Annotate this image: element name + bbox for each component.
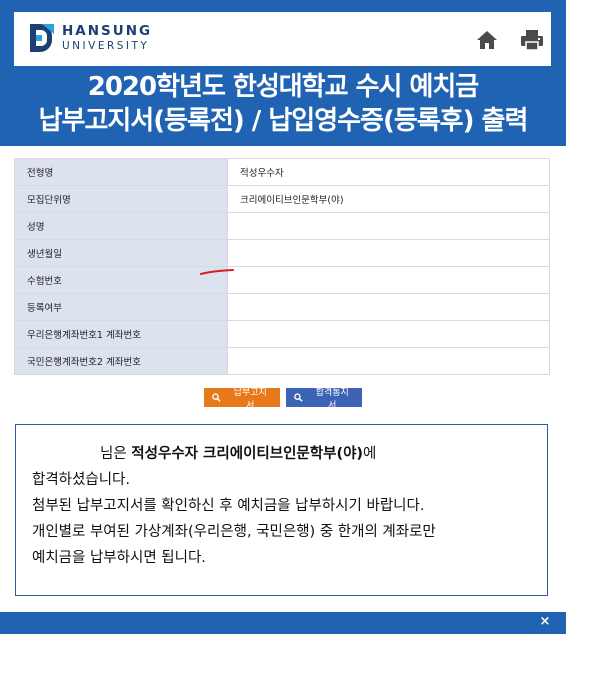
search-icon [294, 393, 303, 402]
row-value [227, 347, 550, 375]
message-line-4: 개인별로 부여된 가상계좌(우리은행, 국민은행) 중 한개의 계좌로만 [32, 524, 436, 540]
table-row: 국민은행계좌번호2 계좌번호 [14, 347, 550, 375]
university-logo: HANSUNG UNIVERSITY [28, 21, 152, 55]
hansung-logo-icon [30, 24, 54, 52]
row-label: 수험번호 [14, 266, 228, 294]
row-value: 크리에이티브인문학부(야) [227, 185, 550, 213]
message-line-2: 합격하셨습니다. [32, 472, 130, 488]
row-value [227, 239, 550, 267]
row-value: 적성우수자 [227, 158, 550, 186]
row-label: 국민은행계좌번호2 계좌번호 [14, 347, 228, 375]
row-label: 등록여부 [14, 293, 228, 321]
applicant-info-table: 전형명 적성우수자 모집단위명 크리에이티브인문학부(야) 성명 생년월일 수험… [14, 158, 550, 375]
header-bar: HANSUNG UNIVERSITY [14, 12, 551, 66]
page-title: 2020학년도 한성대학교 수시 예치금 납부고지서(등록전) / 납입영수증(… [0, 70, 566, 138]
title-line1: 2020학년도 한성대학교 수시 예치금 [87, 72, 479, 102]
title-line2: 납부고지서(등록전) / 납입영수증(등록후) 출력 [38, 106, 529, 136]
payment-notice-label: 납부고지서 [233, 387, 267, 411]
logo-wordmark-line2: UNIVERSITY [62, 39, 150, 52]
red-pen-mark [200, 269, 234, 275]
row-label: 전형명 [14, 158, 228, 186]
table-row: 우리은행계좌번호1 계좌번호 [14, 320, 550, 348]
message-prefix: 님은 [100, 446, 127, 462]
row-value [227, 212, 550, 240]
message-suffix: 에 [363, 446, 377, 462]
table-row: 모집단위명 크리에이티브인문학부(야) [14, 185, 550, 213]
acceptance-letter-button[interactable]: 합격통지서 [286, 388, 362, 411]
row-value [227, 320, 550, 348]
popup-window: HANSUNG UNIVERSITY 2020학년도 한성대학교 수시 예치금 … [0, 0, 566, 634]
logo-wordmark-line1: HANSUNG [62, 23, 153, 39]
table-row: 성명 [14, 212, 550, 240]
content-panel: 전형명 적성우수자 모집단위명 크리에이티브인문학부(야) 성명 생년월일 수험… [0, 146, 566, 612]
table-row: 전형명 적성우수자 [14, 158, 550, 186]
message-line-5: 예치금을 납부하시면 됩니다. [32, 550, 206, 566]
row-value [227, 293, 550, 321]
message-line-1: 님은 적성우수자 크리에이티브인문학부(야)에 [32, 441, 547, 467]
message-line-3: 첨부된 납부고지서를 확인하신 후 예치금을 납부하시기 바랍니다. [32, 498, 425, 514]
row-label: 모집단위명 [14, 185, 228, 213]
message-track-name: 적성우수자 크리에이티브인문학부(야) [131, 446, 364, 462]
payment-notice-button[interactable]: 납부고지서 [204, 388, 280, 411]
row-label: 성명 [14, 212, 228, 240]
print-icon[interactable] [520, 29, 544, 51]
table-row: 등록여부 [14, 293, 550, 321]
search-icon [212, 393, 221, 402]
table-row: 생년월일 [14, 239, 550, 267]
row-label: 생년월일 [14, 239, 228, 267]
acceptance-letter-label: 합격통지서 [315, 387, 349, 411]
table-row: 수험번호 [14, 266, 550, 294]
admission-message-box: 님은 적성우수자 크리에이티브인문학부(야)에 합격하셨습니다. 첨부된 납부고… [15, 424, 548, 596]
row-value [227, 266, 550, 294]
close-icon[interactable]: × [538, 615, 552, 629]
row-label: 우리은행계좌번호1 계좌번호 [14, 320, 228, 348]
home-icon[interactable] [476, 29, 498, 51]
